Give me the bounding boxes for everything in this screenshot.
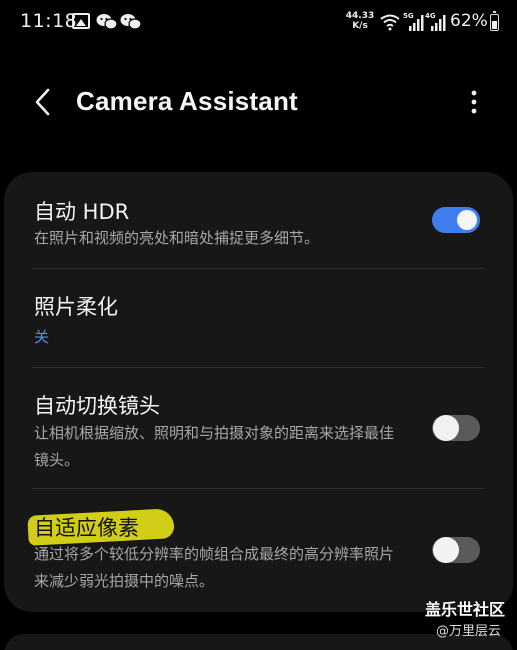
settings-card: 自动 HDR 在照片和视频的亮处和暗处捕捉更多细节。 照片柔化 关 自动切换镜头… <box>4 172 513 612</box>
network-speed: 44.33 K/s <box>345 11 375 31</box>
setting-value: 关 <box>34 328 50 346</box>
wechat-icon <box>120 14 142 30</box>
auto-lens-switching-toggle[interactable] <box>432 415 480 441</box>
status-time: 11:18 <box>20 10 78 32</box>
adaptive-pixel-toggle[interactable] <box>432 537 480 563</box>
battery-icon <box>490 11 499 31</box>
watermark-brand: 盖乐世社区 <box>425 600 506 619</box>
setting-adaptive-pixel[interactable]: 自适应像素 通过将多个较低分辨率的帧组合成最终的高分辨率照片来减少弱光拍摄中的噪… <box>4 489 513 612</box>
watermark-user: @万里层云 <box>436 624 502 639</box>
setting-title: 自适应像素 <box>34 516 139 540</box>
wechat-icon <box>96 14 118 30</box>
setting-description: 在照片和视频的亮处和暗处捕捉更多细节。 <box>34 229 320 247</box>
signal-icon: 5G <box>403 12 425 31</box>
gallery-icon <box>72 13 90 29</box>
auto-hdr-toggle[interactable] <box>432 207 480 233</box>
page-title: Camera Assistant <box>76 86 298 116</box>
setting-auto-hdr[interactable]: 自动 HDR 在照片和视频的亮处和暗处捕捉更多细节。 <box>4 172 513 268</box>
setting-auto-lens-switching[interactable]: 自动切换镜头 让相机根据缩放、照明和与拍摄对象的距离来选择最佳镜头。 <box>4 368 513 488</box>
setting-description: 让相机根据缩放、照明和与拍摄对象的距离来选择最佳镜头。 <box>34 424 395 469</box>
setting-title: 自动切换镜头 <box>34 394 160 418</box>
app-bar: Camera Assistant <box>0 70 517 134</box>
network-speed-unit: K/s <box>352 21 368 31</box>
setting-photo-softening[interactable]: 照片柔化 关 <box>4 269 513 367</box>
status-bar: 11:18 44.33 K/s 5G 4G 62% <box>0 0 517 46</box>
setting-description: 通过将多个较低分辨率的帧组合成最终的高分辨率照片来减少弱光拍摄中的噪点。 <box>34 545 395 590</box>
wifi-icon <box>380 14 400 31</box>
setting-title: 照片柔化 <box>34 295 118 319</box>
more-options-icon[interactable] <box>462 84 486 120</box>
battery-percent: 62% <box>450 11 488 31</box>
network-speed-value: 44.33 <box>345 11 375 21</box>
setting-title: 自动 HDR <box>34 200 130 224</box>
back-icon[interactable] <box>28 84 60 120</box>
signal-icon: 4G <box>425 12 447 31</box>
